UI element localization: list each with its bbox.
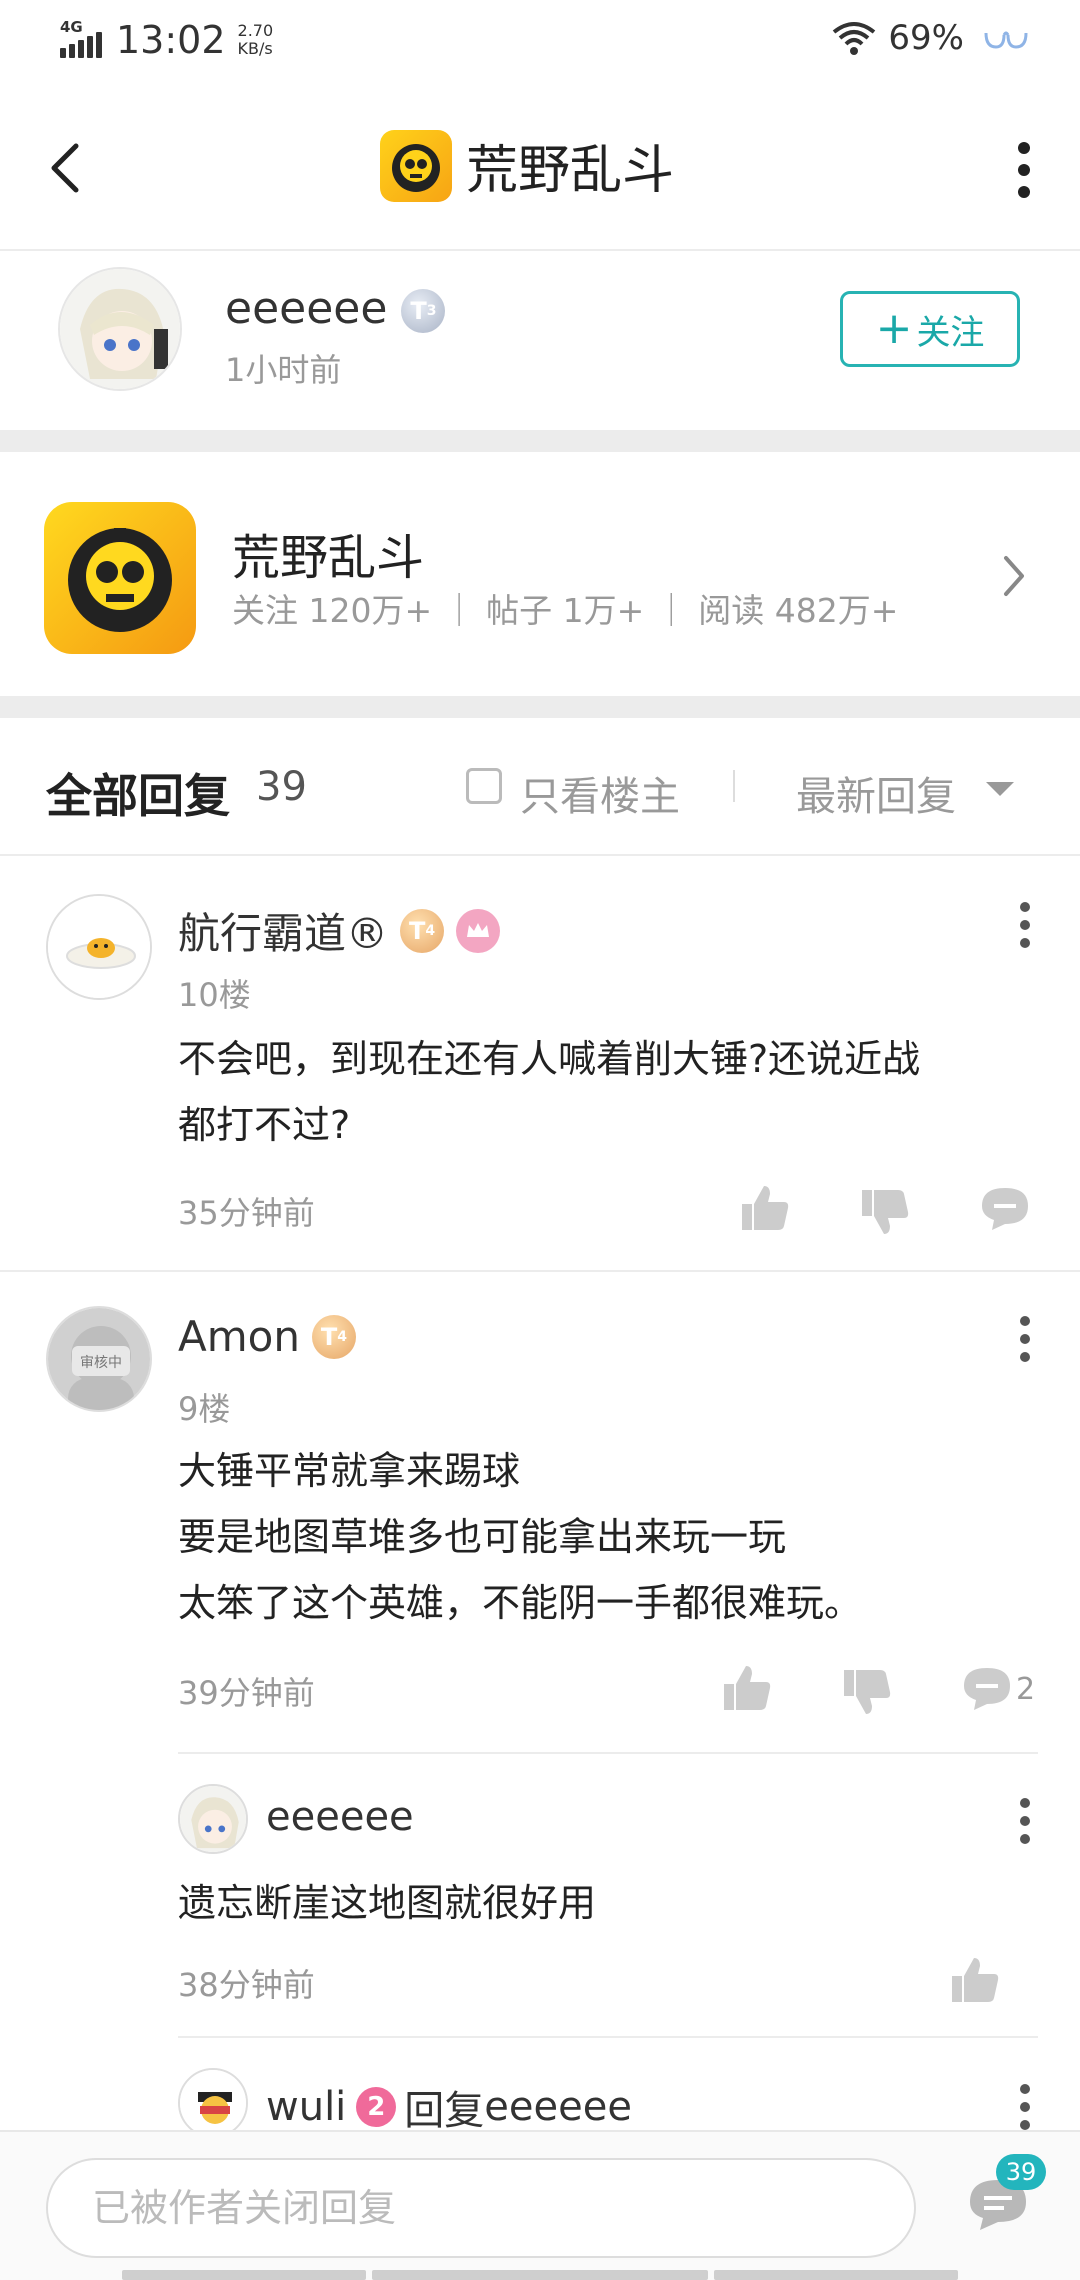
commenter-name[interactable]: 航行霸道®: [178, 900, 388, 961]
level-badge: 2: [356, 2087, 397, 2127]
comment-count-badge: 39: [996, 2154, 1046, 2190]
wifi-icon: [833, 22, 876, 55]
only-op-checkbox[interactable]: [466, 768, 502, 804]
replies-count: 39: [256, 764, 307, 810]
battery-level: 69%: [888, 18, 964, 58]
follow-button[interactable]: + 关注: [840, 291, 1020, 367]
thumbs-down-icon[interactable]: [860, 1188, 910, 1236]
page-title: 荒野乱斗: [466, 141, 675, 201]
commenter-name[interactable]: Amon: [178, 1312, 300, 1361]
speed-unit: KB/s: [237, 39, 273, 58]
sub-reply-more-icon[interactable]: [1018, 2084, 1032, 2130]
sub-reply-item: eeeeee 遗忘断崖这地图就很好用 38分钟前: [0, 1754, 1080, 2036]
plus-icon: +: [875, 303, 913, 354]
replies-header: 全部回复 39 只看楼主 最新回复: [0, 718, 1080, 856]
post-time: 1小时前: [225, 351, 342, 389]
thumbs-down-icon[interactable]: [842, 1668, 892, 1716]
all-replies-title: 全部回复: [46, 769, 230, 823]
sub-reply-name-line: wuli 2 回复 eeeeee: [266, 2078, 632, 2130]
caret-down-icon[interactable]: [986, 782, 1014, 796]
comment-more-icon[interactable]: [1018, 902, 1032, 956]
back-button[interactable]: [42, 136, 90, 200]
sub-reply-name[interactable]: wuli: [266, 2084, 346, 2130]
comment-line: 都打不过?: [178, 1103, 351, 1147]
section-gap: [0, 430, 1080, 452]
sort-dropdown[interactable]: 最新回复: [796, 764, 956, 822]
status-left: 4G 13:02 2.70 KB/s: [58, 18, 273, 62]
bottom-reply-bar: 已被作者关闭回复 39: [0, 2130, 1080, 2280]
floor-number: 10楼: [178, 976, 251, 1014]
comment-bubble-icon[interactable]: [980, 1186, 1030, 1232]
comment-time: 35分钟前: [178, 1194, 315, 1232]
comment-text: 大锤平常就拿来踢球 要是地图草堆多也可能拿出来玩一玩 太笨了这个英雄，不能阴一手…: [178, 1438, 1018, 1636]
author-name[interactable]: eeeeee: [225, 283, 387, 334]
nav-gesture-bar: [714, 2270, 958, 2280]
author-name-line: eeeeee T3: [225, 283, 446, 334]
thumbs-up-icon[interactable]: [740, 1184, 790, 1232]
section-gap: [0, 696, 1080, 718]
thumbs-up-icon[interactable]: [950, 1956, 1000, 2004]
thumbs-up-icon[interactable]: [722, 1664, 772, 1712]
level-badge: T4: [400, 908, 445, 953]
game-logo-icon: [380, 129, 452, 202]
sub-reply-avatar[interactable]: [178, 2068, 248, 2130]
speed-value: 2.70: [237, 21, 274, 40]
commenter-name-line: Amon T4: [178, 1312, 356, 1361]
comment-line: 要是地图草堆多也可能拿出来玩一玩: [178, 1515, 787, 1559]
forum-name: 荒野乱斗: [232, 530, 425, 586]
network-speed: 2.70 KB/s: [238, 22, 274, 58]
forum-logo-icon: [44, 502, 196, 654]
level-badge: T4: [311, 1314, 356, 1359]
comment-line: 太笨了这个英雄，不能阴一手都很难玩。: [178, 1581, 863, 1625]
forum-card[interactable]: 荒野乱斗 关注 120万+ ｜ 帖子 1万+ ｜ 阅读 482万+: [0, 452, 1080, 696]
reply-to-prefix: 回复: [404, 2088, 485, 2130]
comment-bubble-icon[interactable]: [962, 1666, 1012, 1712]
reply-count: 2: [1016, 1672, 1036, 1707]
header-separator: [733, 770, 735, 802]
network-type: 4G: [60, 18, 83, 36]
sub-reply-avatar[interactable]: [178, 1784, 248, 1854]
cellular-signal-icon: 4G: [58, 18, 102, 62]
nav-gesture-bar: [372, 2270, 708, 2280]
clock: 13:02: [116, 18, 226, 62]
more-options-icon[interactable]: [1014, 142, 1034, 198]
sub-reply-time: 38分钟前: [178, 1966, 315, 2004]
author-avatar[interactable]: [58, 267, 182, 391]
nav-gesture-bar: [122, 2270, 366, 2280]
comment-more-icon[interactable]: [1018, 1316, 1032, 1370]
sub-reply-item: wuli 2 回复 eeeeee: [0, 2038, 1080, 2130]
sub-reply-name[interactable]: eeeeee: [266, 1794, 414, 1840]
chevron-right-icon: [1004, 556, 1024, 596]
commenter-name-line: 航行霸道® T4: [178, 900, 501, 961]
eye-comfort-icon: [984, 31, 1028, 49]
follow-label: 关注: [916, 312, 985, 353]
commenter-avatar[interactable]: 审核中: [46, 1306, 152, 1412]
comment-item: 审核中 Amon T4 9楼 大锤平常就拿来踢球 要是地图草堆多也可能拿出来玩一…: [0, 1272, 1080, 1752]
avatar-review-label: 审核中: [80, 1355, 122, 1371]
comment-text: 不会吧，到现在还有人喊着削大锤?还说近战 都打不过?: [178, 1026, 1018, 1158]
comment-line: 不会吧，到现在还有人喊着削大锤?还说近战: [178, 1037, 921, 1081]
crown-badge-icon: [456, 908, 501, 953]
comment-item: 航行霸道® T4 10楼 不会吧，到现在还有人喊着削大锤?还说近战 都打不过? …: [0, 858, 1080, 1270]
top-app-bar: 荒野乱斗: [0, 86, 1080, 251]
author-level-badge: T3: [401, 289, 446, 333]
only-op-label[interactable]: 只看楼主: [520, 764, 680, 822]
comment-line: 大锤平常就拿来踢球: [178, 1449, 521, 1493]
status-bar: 4G 13:02 2.70 KB/s 69%: [0, 0, 1080, 86]
post-author-row: eeeeee T3 1小时前 + 关注: [0, 253, 1080, 430]
status-right: 69%: [832, 18, 1030, 58]
forum-stats: 关注 120万+ ｜ 帖子 1万+ ｜ 阅读 482万+: [232, 591, 899, 630]
floor-number: 9楼: [178, 1390, 231, 1428]
header-title-group: 荒野乱斗: [380, 128, 674, 203]
reply-to-name[interactable]: eeeeee: [484, 2084, 632, 2130]
sub-reply-more-icon[interactable]: [1018, 1798, 1032, 1852]
commenter-avatar[interactable]: [46, 894, 152, 1000]
comment-time: 39分钟前: [178, 1674, 315, 1712]
sub-reply-text: 遗忘断崖这地图就很好用: [178, 1881, 597, 1925]
reply-input[interactable]: 已被作者关闭回复: [46, 2158, 916, 2258]
